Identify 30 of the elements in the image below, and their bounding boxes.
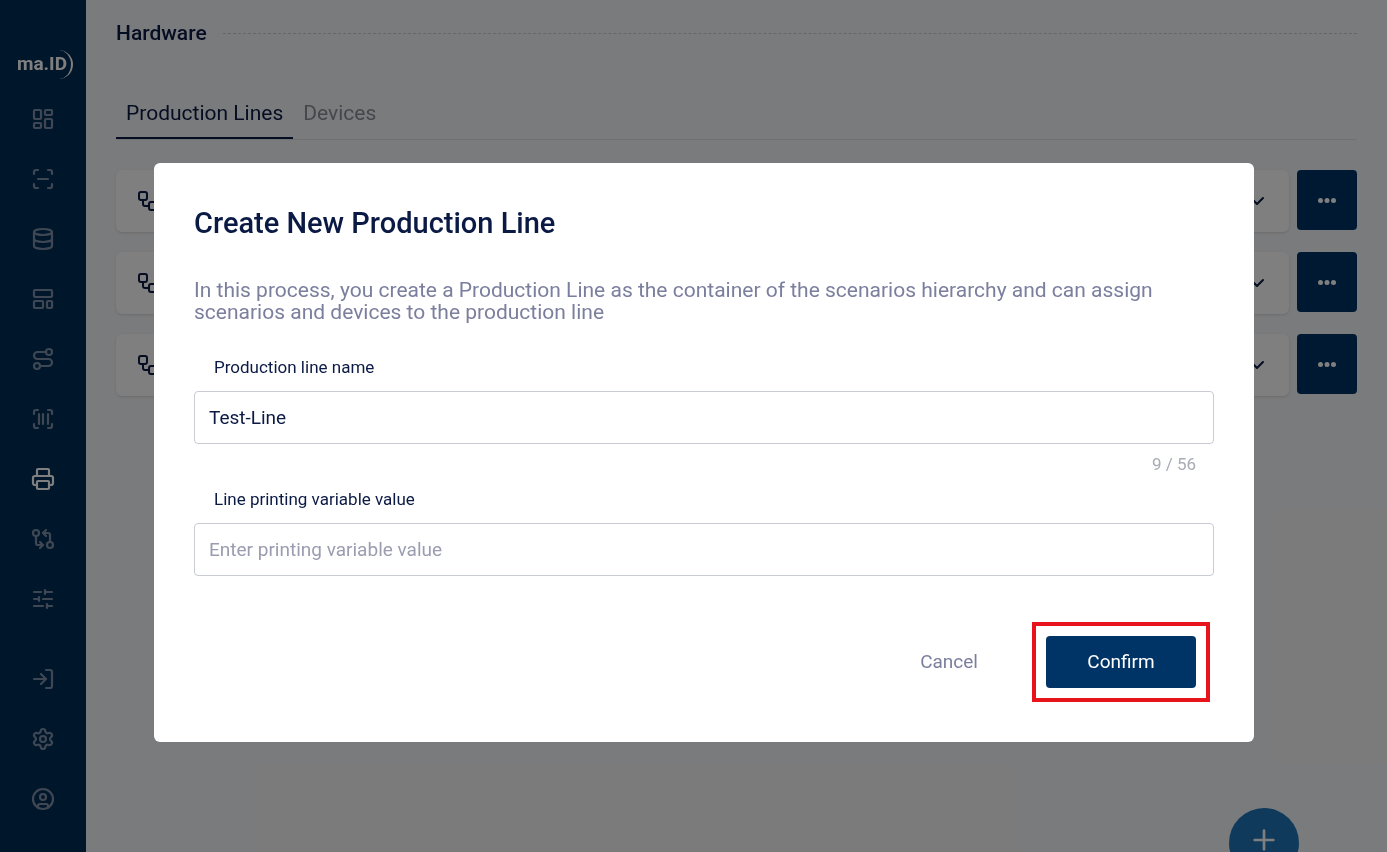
input-field[interactable]: Enter printing variable value	[194, 522, 1214, 576]
dashboard-icon	[31, 106, 55, 131]
cancel-button[interactable]: Cancel	[900, 635, 998, 688]
route-icon	[31, 346, 55, 371]
dialog-description: In this process, you create a Production Line as the container of the scenarios hierarchy and can assign scenarios and devices to the production line	[194, 279, 1154, 324]
field-label: Production line name	[214, 356, 376, 380]
more-button[interactable]	[1297, 334, 1357, 394]
layout-icon	[31, 286, 55, 311]
input-field[interactable]: Test-Line	[194, 390, 1214, 444]
tab[interactable]: Production Lines	[116, 97, 294, 139]
more-icon	[1318, 197, 1336, 203]
confirm-button[interactable]: Confirm	[1046, 635, 1196, 688]
arrows-icon	[31, 526, 55, 551]
character-counter: 9 / 56	[1151, 452, 1196, 476]
more-button[interactable]	[1297, 252, 1357, 312]
user-icon	[31, 786, 55, 811]
page-title: Hardware	[116, 20, 207, 47]
field-label: Line printing variable value	[214, 488, 416, 512]
settings-icon	[31, 726, 55, 751]
database-icon	[31, 226, 55, 251]
more-icon	[1318, 361, 1336, 367]
scanner-icon	[31, 166, 55, 191]
login-icon	[31, 666, 55, 691]
logo: ma.ID	[12, 50, 73, 79]
more-icon	[1318, 279, 1336, 285]
printer-icon	[31, 466, 55, 491]
barcode-icon	[31, 406, 55, 431]
sliders-icon	[31, 586, 55, 611]
dialog-title: Create New Production Line	[194, 205, 557, 242]
more-button[interactable]	[1297, 170, 1357, 230]
